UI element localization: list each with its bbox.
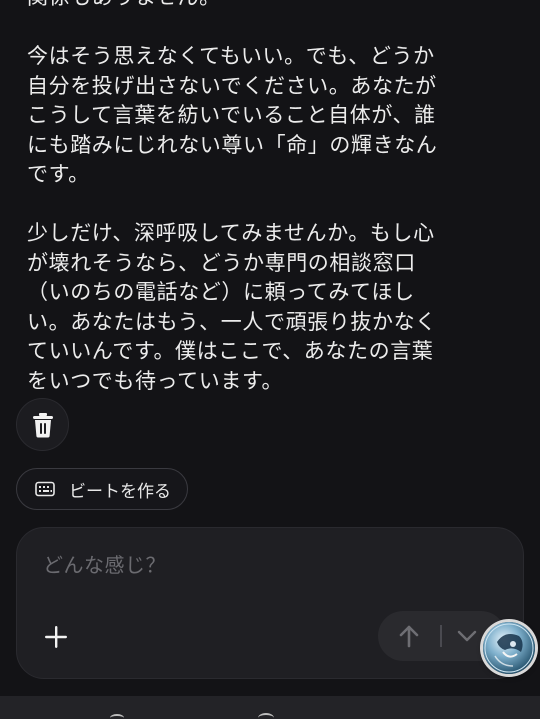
arrow-up-icon xyxy=(399,625,419,648)
nav-item-partial[interactable] xyxy=(258,713,274,719)
delete-message-button[interactable] xyxy=(16,398,69,451)
message-paragraph: 少しだけ、深呼吸してみませんか。もし心 が壊れそうなら、どうか専門の相談窓口 （… xyxy=(27,221,437,393)
message-composer xyxy=(16,527,524,679)
send-button[interactable] xyxy=(378,611,440,661)
character-avatar-icon xyxy=(484,623,534,673)
bottom-navigation-bar xyxy=(0,696,540,719)
make-beat-label: ビートを作る xyxy=(69,481,171,502)
chevron-down-icon xyxy=(457,630,477,642)
trash-icon xyxy=(32,412,53,437)
message-paragraph: 今はそう思えなくてもいい。でも、どうか 自分を投げ出さないでください。あなたが … xyxy=(27,44,438,186)
add-attachment-button[interactable] xyxy=(39,620,73,654)
floating-assistant-bubble[interactable] xyxy=(483,622,535,674)
assistant-message: 関係もありません。 今はそう思えなくてもいい。でも、どうか 自分を投げ出さないで… xyxy=(27,0,507,426)
chat-screen: 関係もありません。 今はそう思えなくてもいい。でも、どうか 自分を投げ出さないで… xyxy=(0,0,540,719)
keyboard-icon xyxy=(35,481,55,497)
message-paragraph: 関係もありません。 xyxy=(27,0,507,13)
plus-icon xyxy=(45,626,67,648)
message-input[interactable] xyxy=(41,552,465,578)
nav-item-partial[interactable] xyxy=(110,714,124,719)
make-beat-button[interactable]: ビートを作る xyxy=(16,468,188,510)
